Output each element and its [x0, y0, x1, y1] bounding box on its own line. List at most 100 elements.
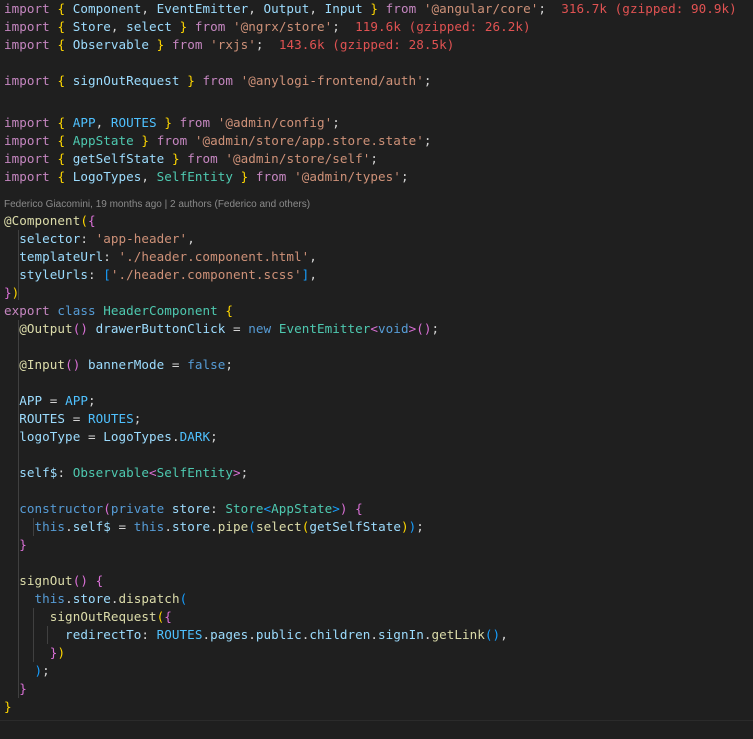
- code-token: from: [194, 73, 234, 88]
- code-line[interactable]: APP = APP;: [4, 392, 96, 410]
- code-token: getSelfState: [309, 519, 401, 534]
- code-token: '@ngrx/store': [233, 19, 333, 34]
- code-token: logoType: [4, 429, 81, 444]
- code-token: LogoTypes: [103, 429, 172, 444]
- code-token: 'rxjs': [210, 37, 256, 52]
- code-token: @Component: [4, 213, 81, 228]
- code-token: dispatch: [118, 591, 180, 606]
- code-token: [: [103, 267, 111, 282]
- code-line[interactable]: logoType = LogoTypes.DARK;: [4, 428, 218, 446]
- code-line[interactable]: selector: 'app-header',: [4, 230, 195, 248]
- code-token: import: [4, 169, 50, 184]
- code-token: ROUTES: [156, 627, 203, 642]
- code-line[interactable]: import { Store, select } from '@ngrx/sto…: [4, 18, 531, 36]
- code-line[interactable]: styleUrls: ['./header.component.scss'],: [4, 266, 317, 284]
- import-cost-badge: 316.7k (gzipped: 90.9k): [561, 1, 737, 16]
- code-line[interactable]: self$: Observable<SelfEntity>;: [4, 464, 248, 482]
- code-token: SelfEntity: [156, 465, 233, 480]
- code-line[interactable]: import { APP, ROUTES } from '@admin/conf…: [4, 114, 340, 132]
- code-line[interactable]: }: [4, 698, 12, 716]
- code-token: {: [57, 151, 66, 166]
- code-token: templateUrl: [4, 249, 104, 264]
- code-line[interactable]: import { signOutRequest } from '@anylogi…: [4, 72, 431, 90]
- code-line[interactable]: import { LogoTypes, SelfEntity } from '@…: [4, 168, 409, 186]
- code-line[interactable]: @Input() bannerMode = false;: [4, 356, 233, 374]
- code-token: import: [4, 151, 50, 166]
- code-token: import: [4, 37, 50, 52]
- code-line[interactable]: signOutRequest({: [4, 608, 172, 626]
- code-line[interactable]: }): [4, 644, 65, 662]
- code-line[interactable]: );: [4, 662, 50, 680]
- code-token: {: [57, 1, 66, 16]
- code-token: }: [4, 537, 27, 552]
- code-token: ,: [309, 1, 325, 16]
- code-line[interactable]: ROUTES = ROUTES;: [4, 410, 141, 428]
- code-token: EventEmitter: [156, 1, 249, 16]
- code-token: getSelfState: [65, 151, 165, 166]
- code-token: ;: [210, 429, 218, 444]
- code-token: =: [225, 321, 249, 336]
- code-token: .: [65, 519, 73, 534]
- code-line[interactable]: export class HeaderComponent {: [4, 302, 233, 320]
- code-token: {: [57, 133, 66, 148]
- git-blame-annotation[interactable]: Federico Giacomini, 19 months ago | 2 au…: [4, 198, 310, 212]
- code-line[interactable]: constructor(private store: Store<AppStat…: [4, 500, 363, 518]
- code-line[interactable]: }: [4, 680, 27, 698]
- code-token: this: [133, 519, 165, 534]
- code-token: {: [87, 213, 96, 228]
- code-token: ;: [431, 321, 440, 336]
- code-line[interactable]: @Component({: [4, 212, 96, 230]
- code-token: (): [416, 321, 432, 336]
- code-token: Output: [263, 1, 310, 16]
- code-token: bannerMode: [80, 357, 165, 372]
- code-line[interactable]: import { Component, EventEmitter, Output…: [4, 0, 737, 18]
- code-token: .: [370, 627, 379, 642]
- code-token: :: [80, 231, 96, 246]
- code-token: >: [332, 501, 340, 516]
- code-editor[interactable]: import { Component, EventEmitter, Output…: [0, 0, 753, 739]
- code-token: .: [164, 519, 172, 534]
- code-line[interactable]: }): [4, 284, 19, 302]
- code-line[interactable]: this.store.dispatch(: [4, 590, 188, 608]
- code-token: {: [57, 169, 66, 184]
- code-token: ;: [370, 151, 379, 166]
- code-token: ): [4, 663, 43, 678]
- code-token: {: [164, 609, 172, 624]
- code-line[interactable]: }: [4, 536, 27, 554]
- code-token: (): [72, 321, 88, 336]
- code-token: '@admin/store/app.store.state': [194, 133, 424, 148]
- code-line[interactable]: import { AppState } from '@admin/store/a…: [4, 132, 431, 150]
- code-token: private: [110, 501, 165, 516]
- code-token: styleUrls: [4, 267, 88, 282]
- code-token: from: [171, 115, 211, 130]
- code-line[interactable]: redirectTo: ROUTES.pages.public.children…: [4, 626, 508, 644]
- code-token: :: [87, 267, 104, 282]
- code-token: (: [179, 591, 188, 606]
- code-token: signIn: [378, 627, 424, 642]
- code-token: :: [103, 249, 119, 264]
- code-token: ;: [225, 357, 233, 372]
- code-token: new: [248, 321, 272, 336]
- code-token: }: [4, 285, 12, 300]
- code-token: .: [110, 591, 119, 606]
- code-token: {: [57, 115, 66, 130]
- code-token: =: [80, 429, 104, 444]
- code-line[interactable]: import { Observable } from 'rxjs'; 143.6…: [4, 36, 454, 54]
- code-line[interactable]: templateUrl: './header.component.html',: [4, 248, 317, 266]
- code-line[interactable]: this.self$ = this.store.pipe(select(getS…: [4, 518, 424, 536]
- size-gap: [340, 19, 355, 34]
- code-token: <: [149, 465, 157, 480]
- code-token: ;: [400, 169, 409, 184]
- code-line[interactable]: import { getSelfState } from '@admin/sto…: [4, 150, 378, 168]
- code-line[interactable]: signOut() {: [4, 572, 103, 590]
- code-token: .: [210, 519, 218, 534]
- code-line[interactable]: @Output() drawerButtonClick = new EventE…: [4, 320, 439, 338]
